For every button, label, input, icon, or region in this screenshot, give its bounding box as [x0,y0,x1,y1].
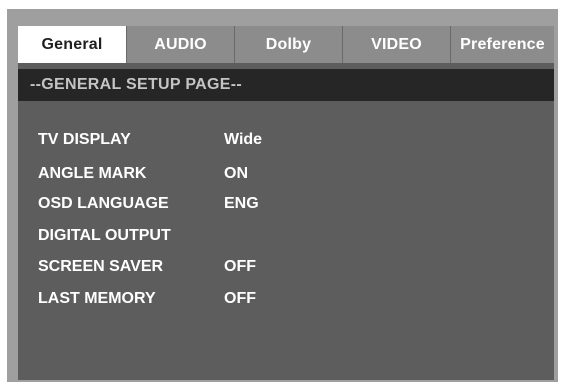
osd-screen: General AUDIO Dolby VIDEO Preference --G… [18,26,554,380]
tab-preference[interactable]: Preference [450,26,554,63]
setting-tv-display[interactable]: TV DISPLAY Wide [18,131,554,151]
setting-label: TV DISPLAY [38,131,131,148]
setting-label: OSD LANGUAGE [38,195,169,212]
setting-label: ANGLE MARK [38,165,147,182]
setting-angle-mark[interactable]: ANGLE MARK ON [18,165,554,185]
setting-last-memory[interactable]: LAST MEMORY OFF [18,290,554,310]
page-title: --GENERAL SETUP PAGE-- [18,69,554,101]
tab-dolby[interactable]: Dolby [234,26,342,63]
setting-screen-saver[interactable]: SCREEN SAVER OFF [18,258,554,278]
setting-value: OFF [224,290,256,307]
setting-digital-output[interactable]: DIGITAL OUTPUT [18,227,554,247]
tab-general[interactable]: General [18,26,126,63]
setting-value: ENG [224,195,259,212]
setting-value: Wide [224,131,263,148]
settings-list: TV DISPLAY Wide ANGLE MARK ON OSD LANGUA… [18,101,554,380]
setting-label: DIGITAL OUTPUT [38,227,171,244]
setting-label: LAST MEMORY [38,290,156,307]
setting-value: ON [224,165,248,182]
setting-osd-language[interactable]: OSD LANGUAGE ENG [18,195,554,215]
tab-video[interactable]: VIDEO [342,26,450,63]
tab-bar: General AUDIO Dolby VIDEO Preference [18,26,554,63]
setting-value: OFF [224,258,256,275]
setting-label: SCREEN SAVER [38,258,164,275]
tab-audio[interactable]: AUDIO [126,26,234,63]
